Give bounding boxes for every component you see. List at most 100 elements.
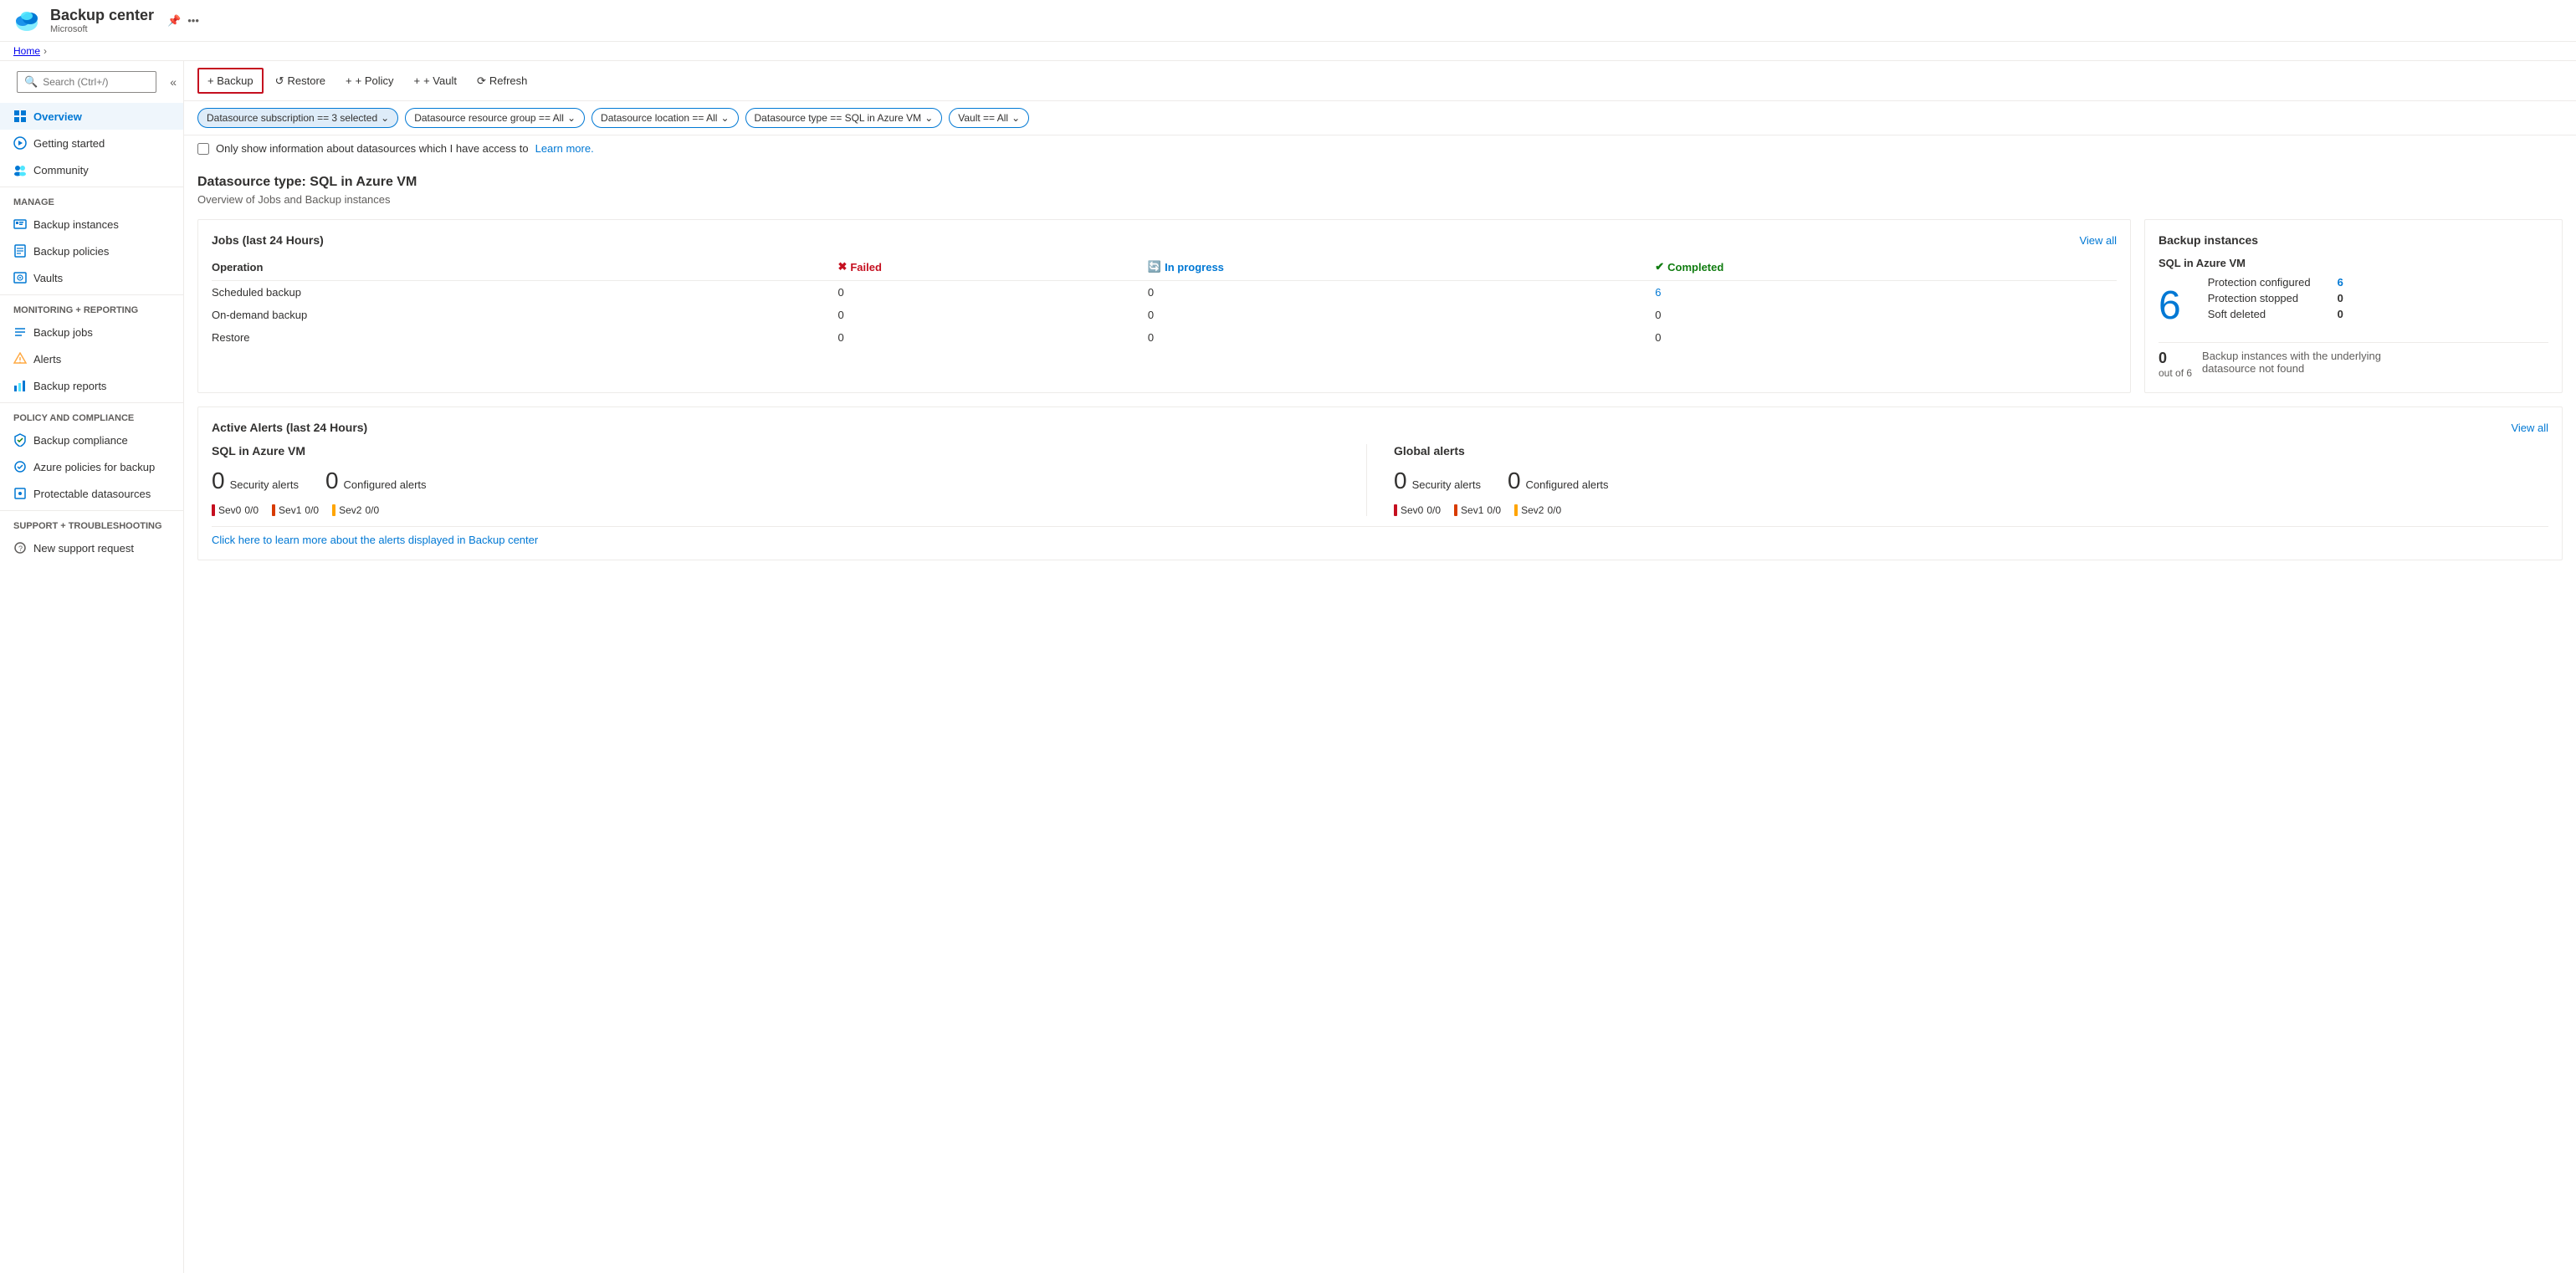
sev1-label-sql: Sev1 [279,504,301,516]
support-section-label: Support + troubleshooting [0,510,183,534]
col-operation: Operation [212,257,837,281]
alerts-footer-link[interactable]: Click here to learn more about the alert… [212,534,538,546]
alerts-card: Active Alerts (last 24 Hours) View all S… [197,406,2563,560]
alerts-card-title: Active Alerts (last 24 Hours) [212,421,367,434]
bottom-count: 0 [2159,350,2192,367]
filter-vault[interactable]: Vault == All ⌄ [949,108,1029,128]
datasource-subtitle: Overview of Jobs and Backup instances [197,193,2563,206]
backup-compliance-icon [13,433,27,447]
sidebar-item-overview[interactable]: Overview [0,103,183,130]
sidebar-item-community[interactable]: Community [0,156,183,183]
jobs-view-all-link[interactable]: View all [2079,234,2117,247]
sidebar-item-backup-reports[interactable]: Backup reports [0,372,183,399]
inprogress-cell: 0 [1148,326,1655,349]
protectable-datasources-icon [13,487,27,500]
sidebar-item-backup-instances[interactable]: Backup instances [0,211,183,238]
failed-icon: ✖ [837,260,847,274]
sidebar-item-backup-jobs[interactable]: Backup jobs [0,319,183,345]
collapse-sidebar-button[interactable]: « [170,75,177,89]
sev0-bar-sql [212,504,215,516]
sev1-value-global: 0/0 [1487,504,1501,516]
failed-cell: 0 [837,326,1147,349]
sidebar-item-label: Overview [33,110,82,123]
policy-button[interactable]: + + Policy [337,69,402,92]
backup-button[interactable]: + Backup [197,68,264,94]
toolbar: + Backup ↺ Restore + + Policy + + Vault … [184,61,2576,101]
refresh-icon: ⟳ [477,74,486,88]
protection-configured-label: Protection configured [2208,276,2311,289]
sidebar-item-backup-policies[interactable]: Backup policies [0,238,183,264]
refresh-button[interactable]: ⟳ Refresh [469,69,535,93]
sql-configured-label: Configured alerts [344,478,427,491]
pin-icon[interactable]: 📌 [167,14,181,28]
filter-dropdown-icon: ⌄ [567,112,576,124]
filter-subscription[interactable]: Datasource subscription == 3 selected ⌄ [197,108,398,128]
sidebar-item-getting-started[interactable]: Getting started [0,130,183,156]
app-subtitle: Microsoft [50,24,154,34]
sidebar-item-label: Azure policies for backup [33,461,155,473]
policy-plus-icon: + [346,74,352,87]
completed-cell[interactable]: 6 [1655,281,2117,304]
sev1-bar-sql [272,504,275,516]
learn-more-link[interactable]: Learn more. [535,142,594,155]
col-failed: ✖ Failed [837,257,1147,281]
filter-datasource-type[interactable]: Datasource type == SQL in Azure VM ⌄ [745,108,943,128]
filter-bar: Datasource subscription == 3 selected ⌄ … [184,101,2576,135]
vaults-icon [13,271,27,284]
table-row: Scheduled backup 0 0 6 [212,281,2117,304]
jobs-card: Jobs (last 24 Hours) View all Operation … [197,219,2131,393]
alerts-footer: Click here to learn more about the alert… [212,526,2548,546]
sev1-label-global: Sev1 [1461,504,1483,516]
sidebar-item-label: Community [33,164,89,176]
sidebar-item-backup-compliance[interactable]: Backup compliance [0,427,183,453]
sidebar-item-vaults[interactable]: Vaults [0,264,183,291]
completed-cell: 0 [1655,304,2117,326]
sidebar-item-new-support-request[interactable]: ? New support request [0,534,183,561]
backup-jobs-icon [13,325,27,339]
breadcrumb-separator: › [44,45,47,57]
app-title: Backup center [50,7,154,24]
sidebar-item-label: Alerts [33,353,61,366]
filter-dropdown-icon: ⌄ [924,112,933,124]
access-check-checkbox[interactable] [197,143,209,155]
alerts-view-all-link[interactable]: View all [2511,422,2548,434]
table-row: On-demand backup 0 0 0 [212,304,2117,326]
main-content: + Backup ↺ Restore + + Policy + + Vault … [184,61,2576,1273]
getting-started-icon [13,136,27,150]
sidebar-item-label: Vaults [33,272,63,284]
global-configured-label: Configured alerts [1526,478,1609,491]
sql-security-count: 0 [212,468,225,494]
inprogress-icon: 🔄 [1148,260,1161,274]
search-input[interactable] [43,76,149,88]
alerts-icon [13,352,27,366]
more-icon[interactable]: ••• [187,14,199,28]
sql-configured-count: 0 [325,468,339,494]
sidebar-item-alerts[interactable]: Alerts [0,345,183,372]
sidebar-item-label: Backup policies [33,245,109,258]
completed-icon: ✔ [1655,260,1664,274]
restore-button[interactable]: ↺ Restore [267,69,334,93]
sidebar-item-protectable-datasources[interactable]: Protectable datasources [0,480,183,507]
bottom-out-of: out of 6 [2159,367,2192,379]
vault-button[interactable]: + + Vault [406,69,465,92]
policy-section-label: Policy and compliance [0,402,183,427]
filter-dropdown-icon: ⌄ [1011,112,1020,124]
filter-resource-group[interactable]: Datasource resource group == All ⌄ [405,108,585,128]
sidebar-item-azure-policies[interactable]: Azure policies for backup [0,453,183,480]
global-security-label: Security alerts [1412,478,1481,491]
sev0-value-sql: 0/0 [244,504,259,516]
search-icon: 🔍 [24,75,38,89]
sql-alerts-section: SQL in Azure VM 0 Security alerts 0 Conf… [212,444,1366,516]
global-section-title: Global alerts [1394,444,2522,458]
instances-list: Protection configured 6 Protection stopp… [2208,276,2343,320]
breadcrumb-home[interactable]: Home [13,45,40,57]
filter-location[interactable]: Datasource location == All ⌄ [592,108,738,128]
inprogress-cell: 0 [1148,304,1655,326]
sidebar-item-label: Protectable datasources [33,488,151,500]
backup-instances-big-number: 6 [2159,283,2181,329]
failed-cell: 0 [837,304,1147,326]
filter-dropdown-icon: ⌄ [720,112,729,124]
sidebar-item-label: New support request [33,542,134,555]
sev1-value-sql: 0/0 [305,504,319,516]
svg-text:?: ? [18,544,23,553]
